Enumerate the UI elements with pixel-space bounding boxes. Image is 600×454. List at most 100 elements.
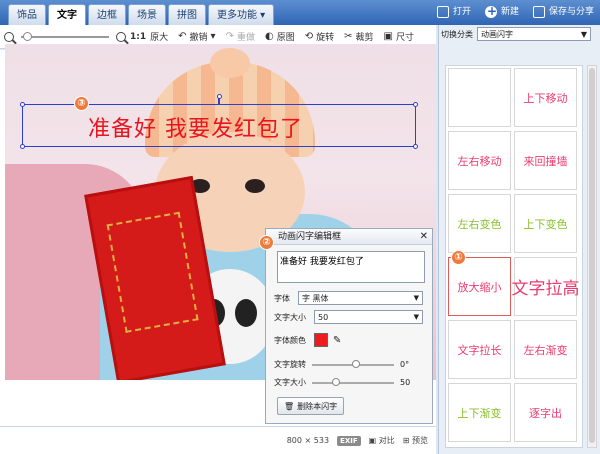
preview-label: 预览 [412, 436, 428, 445]
rotate-handle[interactable] [217, 94, 222, 99]
open-button[interactable]: 打开 [436, 4, 471, 20]
undo-button[interactable]: ↶ 撤销 ▾ [178, 30, 215, 43]
photo-hat-pompom [210, 48, 250, 78]
redo-icon: ↷ [225, 31, 234, 42]
scissors-icon: ✂ [344, 31, 353, 42]
effect-item[interactable]: 放大缩小 [448, 257, 511, 316]
zoom-out-icon[interactable] [4, 31, 14, 42]
original-image-button[interactable]: ◐ 原图 [265, 30, 295, 43]
open-label: 打开 [452, 7, 471, 17]
zoom-in-icon[interactable] [116, 31, 126, 42]
effect-label: 左右变色 [457, 217, 502, 231]
exif-button[interactable]: EXIF [337, 435, 361, 446]
new-label: 新建 [500, 7, 519, 17]
effect-item[interactable]: 文字拉长 [448, 320, 511, 379]
main-tabs: 饰品 文字 边框 场景 拼图 更多功能 ▾ [8, 4, 275, 26]
preview-button[interactable]: ⊞ 预览 [403, 435, 428, 446]
effect-item[interactable]: 上下变色 [514, 194, 577, 253]
compare-button[interactable]: ▣ 对比 [369, 435, 395, 446]
effects-panel: 切换分类 动画闪字 ▼ 上下移动左右移动 来回撞墙左右变色 上下变色 放大缩小 文字拉高… [438, 25, 600, 454]
rotate-icon: ⟲ [304, 31, 314, 42]
chevron-down-icon: ▼ [413, 313, 419, 321]
effect-item[interactable]: 文字拉高 [512, 257, 580, 316]
save-share-button[interactable]: 保存与分享 [532, 4, 594, 20]
resize-handle[interactable] [413, 102, 418, 107]
effect-item[interactable]: 左右变色 [448, 194, 511, 253]
rotate-button[interactable]: ⟲ 旋转 [305, 30, 334, 43]
tab-text[interactable]: 文字 [48, 4, 86, 26]
file-actions: 打开 新建 保存与分享 [436, 3, 594, 20]
category-switcher: 切换分类 动画闪字 ▼ [441, 27, 591, 41]
zoom-control: 1:1 原大 [4, 30, 168, 43]
flash-text-input[interactable] [277, 251, 425, 283]
image-dimensions: 800 × 533 [287, 436, 329, 445]
font-row: 字体 字 黑体 ▼ [274, 291, 423, 305]
editor-header: 动画闪字编辑框 ✕ [266, 229, 432, 245]
new-button[interactable]: 新建 [484, 3, 519, 20]
resize-handle[interactable] [20, 102, 25, 107]
tab-frame[interactable]: 边框 [88, 4, 126, 25]
size2-slider-knob[interactable] [332, 377, 340, 386]
scrollbar-thumb[interactable] [589, 68, 595, 443]
size-button[interactable]: ▣ 尺寸 [384, 30, 414, 43]
close-icon[interactable]: ✕ [420, 229, 428, 245]
resize-handle[interactable] [413, 144, 418, 149]
photo-envelope-gold [106, 211, 199, 333]
editor-title: 动画闪字编辑框 [278, 232, 342, 242]
rotate-slider[interactable] [312, 359, 394, 368]
chevron-down-icon: ▼ [413, 294, 419, 302]
redo-button[interactable]: ↷ 重做 [226, 30, 255, 43]
crop-button[interactable]: ✂ 裁剪 [344, 30, 373, 43]
color-label: 字体颜色 [274, 335, 306, 345]
status-bar: 800 × 533 EXIF ▣ 对比 ⊞ 预览 [0, 426, 436, 454]
delete-flash-text-button[interactable]: 🗑 删除本闪字 [277, 397, 345, 415]
effect-item[interactable]: 左右移动 [448, 131, 511, 190]
top-tab-bar: 饰品 文字 边框 场景 拼图 更多功能 ▾ 打开 新建 保存与分享 [0, 0, 600, 26]
effect-item[interactable]: 上下渐变 [448, 383, 511, 442]
size-select[interactable]: 50 ▼ [314, 310, 423, 324]
flash-text-editor-panel: 动画闪字编辑框 ✕ 字体 字 黑体 ▼ 文字大小 50 ▼ 字体颜色 ✎ 文字旋… [265, 228, 433, 424]
rotate-label: 文字旋转 [274, 360, 306, 369]
effects-scrollbar[interactable] [587, 65, 597, 448]
undo-dropdown-icon[interactable]: ▾ [211, 31, 216, 42]
folder-icon [436, 6, 449, 18]
effect-item[interactable]: 逐字出 [514, 383, 577, 442]
rotate-slider-knob[interactable] [352, 359, 360, 368]
original-image-icon: ◐ [264, 31, 274, 42]
undo-label: 撤销 [189, 33, 208, 43]
effect-label: 逐字出 [529, 406, 562, 420]
effect-label: 左右移动 [457, 154, 502, 168]
category-value: 动画闪字 [481, 29, 513, 39]
tab-more-functions[interactable]: 更多功能 ▾ [208, 4, 275, 25]
eyedropper-icon[interactable]: ✎ [333, 335, 341, 346]
zoom-slider[interactable] [21, 31, 109, 41]
size-label: 尺寸 [396, 33, 415, 43]
effect-item[interactable]: 来回撞墙 [514, 131, 577, 190]
effect-item[interactable]: 左右渐变 [514, 320, 577, 379]
original-size-button[interactable]: 原大 [150, 30, 168, 43]
ratio-button[interactable]: 1:1 [130, 32, 146, 42]
callout-badge-2: ② [259, 235, 274, 250]
tab-accessories[interactable]: 饰品 [8, 4, 46, 25]
rotate-label: 旋转 [316, 33, 335, 43]
resize-handle[interactable] [20, 144, 25, 149]
effect-label: 来回撞墙 [523, 154, 568, 168]
redo-label: 重做 [236, 33, 255, 43]
plus-icon [484, 3, 497, 19]
effect-item[interactable] [448, 68, 511, 127]
size-row: 文字大小 50 ▼ [274, 310, 423, 324]
effect-label: 上下渐变 [457, 406, 502, 420]
font-select[interactable]: 字 黑体 ▼ [298, 291, 423, 305]
size2-label: 文字大小 [274, 378, 306, 387]
zoom-slider-knob[interactable] [23, 31, 32, 41]
tab-scene[interactable]: 场景 [128, 4, 166, 25]
image-height: 533 [313, 436, 330, 445]
trash-icon: 🗑 [284, 401, 295, 411]
tab-collage[interactable]: 拼图 [168, 4, 206, 25]
effect-item[interactable]: 上下移动 [514, 68, 577, 127]
size2-slider[interactable] [312, 377, 394, 386]
original-image-label: 原图 [276, 33, 295, 43]
category-select[interactable]: 动画闪字 ▼ [477, 27, 591, 41]
effect-label: 上下移动 [523, 91, 568, 105]
color-swatch[interactable] [314, 333, 328, 347]
